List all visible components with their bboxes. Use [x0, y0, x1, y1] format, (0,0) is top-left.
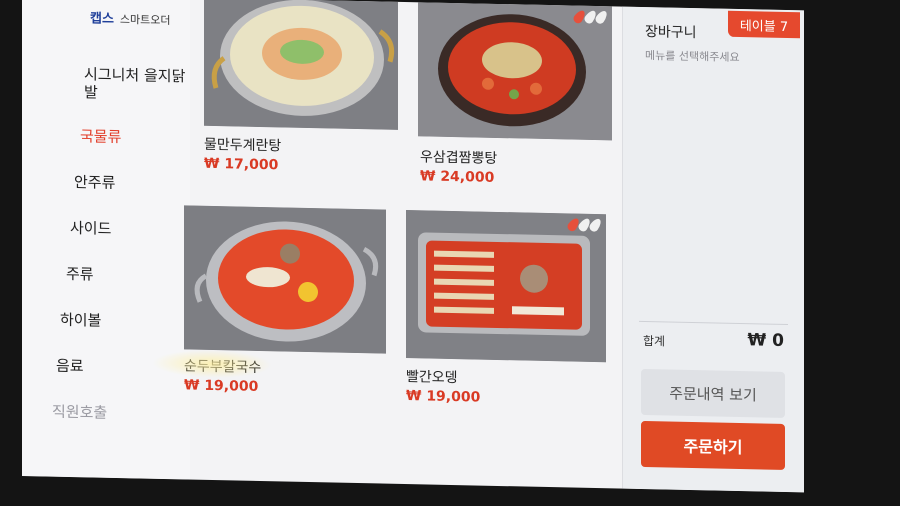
staff-call-button[interactable]: 직원호출: [52, 403, 107, 422]
category-menu: 시그니처 을지닭발 국물류 안주류 사이드 주류 하이볼 음료 직원호출: [22, 54, 190, 421]
product-price: ₩ 19,000: [184, 377, 259, 395]
kiosk-screen: 캡스 스마트오더 시그니처 을지닭발 국물류 안주류 사이드 주류 하이볼 음료…: [22, 0, 804, 493]
category-sidebar: 캡스 스마트오더 시그니처 을지닭발 국물류 안주류 사이드 주류 하이볼 음료…: [22, 0, 190, 480]
product-photo: [204, 0, 398, 130]
product-photo: [406, 210, 606, 363]
product-price: ₩ 17,000: [204, 155, 279, 174]
kiosk-device: 캡스 스마트오더 시그니처 을지닭발 국물류 안주류 사이드 주류 하이볼 음료…: [0, 0, 900, 506]
product-card[interactable]: 물만두계란탕 ₩ 17,000: [204, 0, 400, 182]
sundubu-kalguksu-image: [184, 205, 386, 354]
brand: 캡스 스마트오더: [90, 7, 171, 28]
red-fishcake-image: [406, 210, 606, 363]
product-card[interactable]: 빨간오뎅 ₩ 19,000: [406, 210, 610, 410]
total-value: ₩ 0: [747, 330, 785, 351]
product-name: 순두부칼국수: [184, 358, 262, 377]
product-price: ₩ 24,000: [420, 168, 495, 186]
product-name: 빨간오뎅: [406, 369, 458, 387]
product-name: 우삼겹짬뽕탕: [420, 149, 498, 167]
total-label: 합계: [643, 334, 666, 349]
category-side-dish[interactable]: 안주류: [74, 173, 115, 192]
table-number-badge: 테이블 7: [728, 10, 800, 39]
brand-subtitle: 스마트오더: [119, 13, 171, 28]
product-photo: [418, 2, 612, 141]
place-order-button[interactable]: 주문하기: [641, 420, 785, 470]
spicy-icon: [565, 216, 604, 234]
spicy-icon: [571, 8, 610, 26]
category-side[interactable]: 사이드: [70, 219, 111, 238]
category-liquor[interactable]: 주류: [66, 265, 94, 284]
product-photo: [184, 205, 386, 354]
category-soup[interactable]: 국물류: [80, 127, 121, 146]
brand-logo: 캡스: [90, 11, 114, 27]
dumpling-egg-soup-image: [204, 0, 398, 130]
product-price: ₩ 19,000: [406, 388, 481, 406]
category-highball[interactable]: 하이볼: [60, 311, 101, 330]
product-name: 물만두계란탕: [204, 136, 282, 155]
cart-title: 장바구니: [645, 24, 697, 42]
total-row: 합계 ₩ 0: [639, 320, 788, 351]
order-history-button[interactable]: 주문내역 보기: [641, 368, 785, 418]
cart-empty-hint: 메뉴를 선택해주세요: [645, 49, 740, 65]
product-card[interactable]: 순두부칼국수 ₩ 19,000: [184, 205, 390, 405]
category-drinks[interactable]: 음료: [56, 357, 84, 376]
cart-panel: 장바구니 테이블 7 메뉴를 선택해주세요 합계 ₩ 0 주문내역 보기 주문하…: [622, 6, 804, 493]
category-signature[interactable]: 시그니처 을지닭발: [84, 65, 190, 103]
product-card[interactable]: 우삼겹짬뽕탕 ₩ 24,000: [418, 2, 614, 192]
